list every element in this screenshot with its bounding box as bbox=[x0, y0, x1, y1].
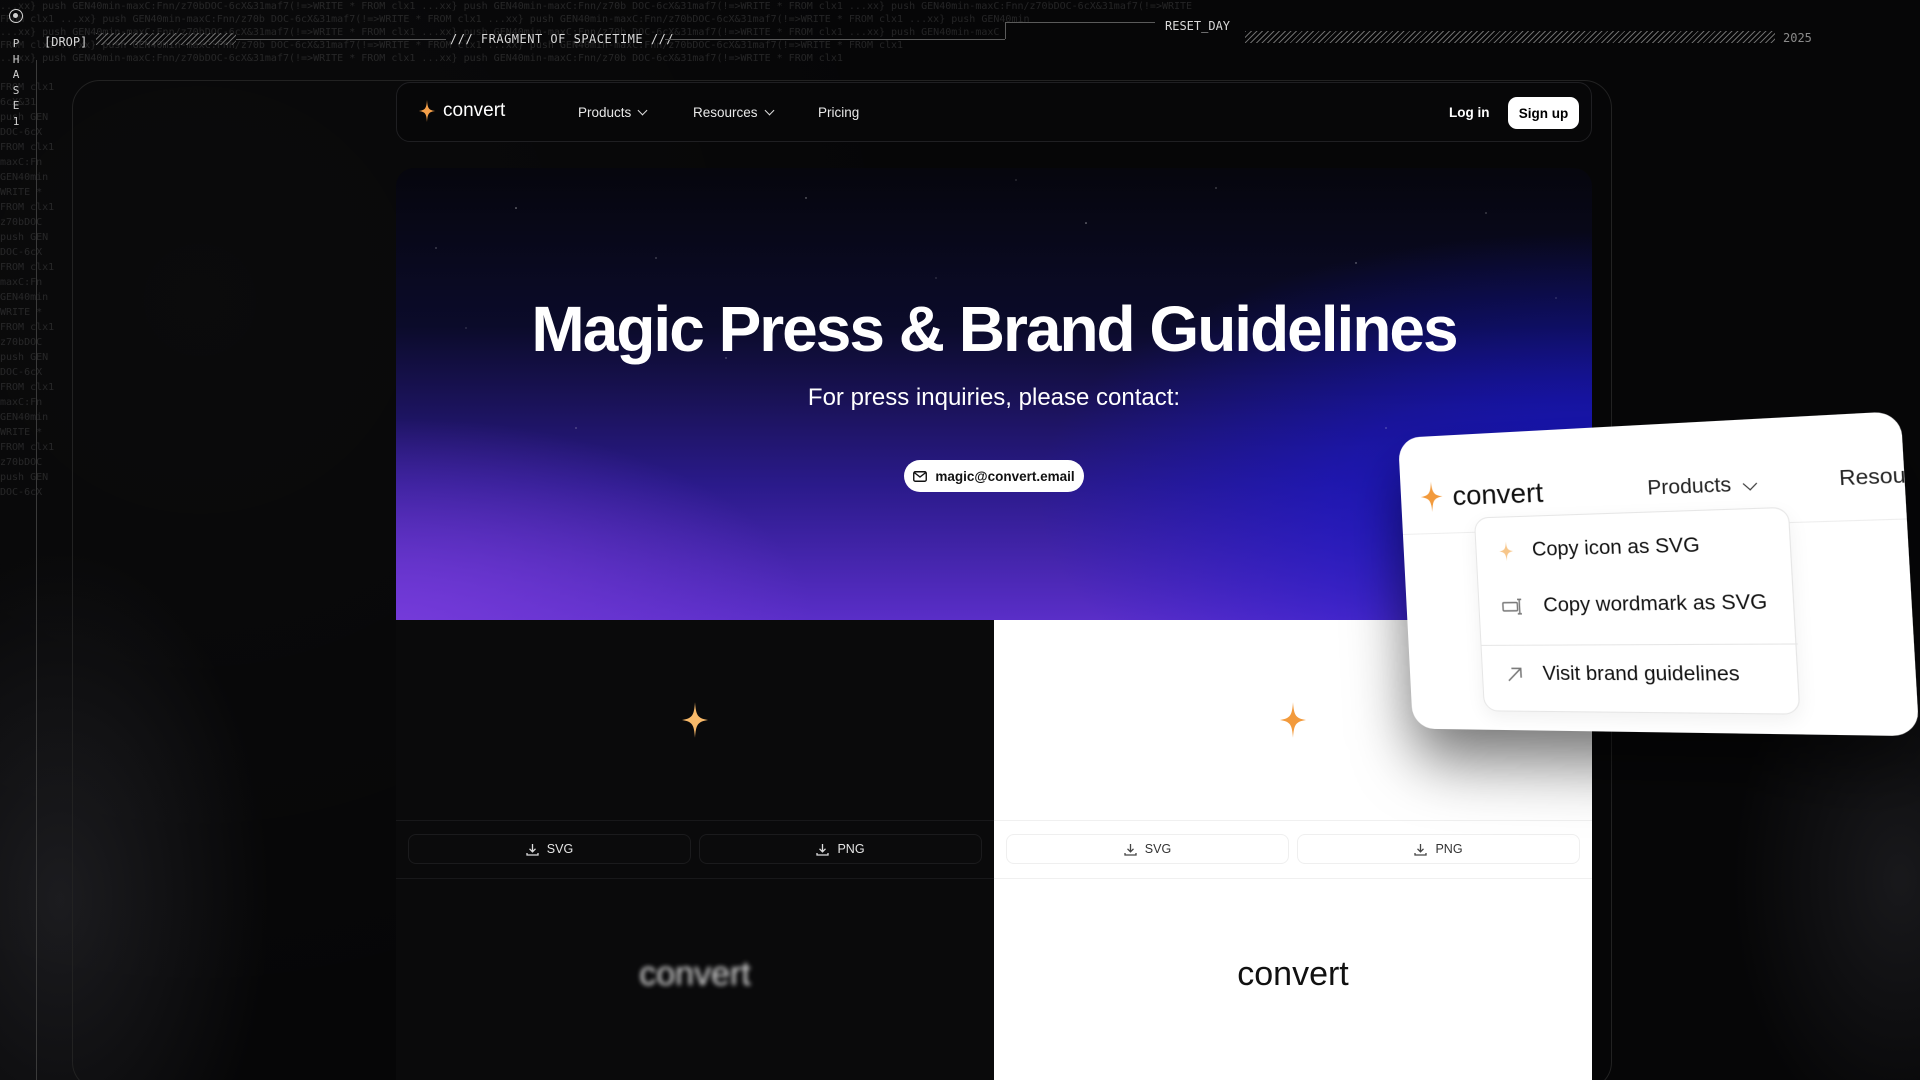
email-label: magic@convert.email bbox=[935, 468, 1075, 484]
email-contact-button[interactable]: magic@convert.email bbox=[904, 460, 1084, 492]
download-icon bbox=[816, 843, 830, 856]
brand-name: convert bbox=[1451, 476, 1544, 511]
nav-resources[interactable]: Resou bbox=[1839, 465, 1907, 492]
menu-item-label: Copy icon as SVG bbox=[1531, 534, 1701, 561]
phase-letter: 1 bbox=[12, 114, 20, 128]
arrow-up-right-icon bbox=[1505, 665, 1525, 684]
phase-letter: H bbox=[12, 52, 20, 66]
hud-header: [DROP] /// FRAGMENT OF SPACETIME /// RES… bbox=[0, 0, 1920, 60]
phase-letter: P bbox=[12, 37, 20, 50]
download-svg-button[interactable]: SVG bbox=[1006, 834, 1289, 864]
download-png-button[interactable]: PNG bbox=[1297, 834, 1580, 864]
chevron-down-icon bbox=[1742, 476, 1758, 491]
nav-products[interactable]: Products bbox=[578, 105, 648, 120]
phase-letter: A bbox=[12, 68, 20, 81]
hud-line bbox=[1005, 22, 1006, 39]
hatch-decoration bbox=[96, 33, 236, 45]
nav-resources[interactable]: Resources bbox=[693, 105, 774, 120]
sparkle-icon bbox=[1280, 702, 1306, 738]
fragment-label: /// FRAGMENT OF SPACETIME /// bbox=[450, 32, 675, 46]
nav-pricing[interactable]: Pricing bbox=[818, 105, 859, 120]
brand-logo[interactable]: convert bbox=[419, 100, 505, 122]
page-title: Magic Press & Brand Guidelines bbox=[531, 293, 1458, 365]
mail-icon bbox=[913, 470, 928, 482]
record-icon bbox=[9, 9, 23, 23]
download-icon bbox=[1414, 843, 1428, 856]
sparkle-icon bbox=[1498, 541, 1514, 562]
divider bbox=[396, 820, 994, 821]
phase-letter: S bbox=[12, 83, 20, 97]
brand-logo[interactable]: convert bbox=[1419, 476, 1544, 513]
png-label: PNG bbox=[1435, 842, 1463, 856]
sparkle-icon bbox=[1419, 481, 1444, 513]
press-subtitle: For press inquiries, please contact: bbox=[807, 384, 1181, 411]
divider bbox=[396, 878, 994, 879]
dark-icon-preview bbox=[396, 620, 994, 820]
wordmark-icon bbox=[1502, 597, 1526, 616]
light-download-row: SVG PNG bbox=[1006, 834, 1580, 864]
hatch-decoration bbox=[1245, 31, 1775, 43]
year-label: 2025 bbox=[1783, 31, 1812, 45]
sparkle-icon bbox=[419, 100, 435, 122]
menu-item-label: Copy wordmark as SVG bbox=[1542, 591, 1768, 617]
chevron-down-icon bbox=[764, 105, 774, 116]
phase-letter: E bbox=[12, 99, 20, 112]
code-column-decoration: FROM clx1 6cX&31 push GEN DOC-6cX FROM clx1 m… bbox=[0, 82, 55, 498]
download-icon bbox=[1124, 843, 1137, 856]
download-svg-button[interactable]: SVG bbox=[408, 834, 691, 864]
divider bbox=[1481, 643, 1798, 646]
visit-brand-guidelines-item[interactable]: Visit brand guidelines bbox=[1505, 663, 1740, 687]
nav-pricing-label: Pricing bbox=[818, 105, 860, 120]
divider bbox=[994, 820, 1592, 821]
dark-wordmark-preview: convert bbox=[639, 955, 751, 993]
menu-item-label: Visit brand guidelines bbox=[1542, 663, 1741, 686]
hud-line bbox=[665, 39, 1005, 40]
hud-line bbox=[236, 39, 446, 40]
download-icon bbox=[526, 843, 539, 856]
phase-label: P H A S E 1 bbox=[10, 36, 22, 129]
nav-products-label: Products bbox=[578, 105, 632, 120]
login-link[interactable]: Log in bbox=[1449, 105, 1490, 120]
nav-products-label: Products bbox=[1646, 474, 1732, 500]
signup-button[interactable]: Sign up bbox=[1508, 97, 1579, 129]
svg-label: SVG bbox=[546, 842, 574, 856]
light-wordmark-preview: convert bbox=[1237, 955, 1349, 993]
sparkle-icon bbox=[682, 702, 708, 738]
dark-asset-panel: SVG PNG convert bbox=[396, 620, 994, 1080]
dark-download-row: SVG PNG bbox=[408, 834, 982, 864]
chevron-down-icon bbox=[637, 105, 648, 116]
png-label: PNG bbox=[837, 842, 865, 856]
floating-context-menu-card: convert Products Resou Copy icon as SVG … bbox=[1398, 411, 1920, 737]
copy-wordmark-svg-item[interactable]: Copy wordmark as SVG bbox=[1501, 591, 1768, 618]
nav-products[interactable]: Products bbox=[1646, 473, 1758, 501]
nav-resources-label: Resources bbox=[693, 105, 758, 120]
reset-day-label: RESET_DAY bbox=[1165, 19, 1231, 33]
left-rail bbox=[36, 60, 37, 1080]
svg-label: SVG bbox=[1144, 842, 1172, 856]
brand-context-menu: Copy icon as SVG Copy wordmark as SVG Vi… bbox=[1473, 506, 1801, 715]
copy-icon-svg-item[interactable]: Copy icon as SVG bbox=[1498, 534, 1701, 562]
top-navbar: convert Products Resources Pricing Log i… bbox=[396, 82, 1592, 142]
divider bbox=[994, 878, 1592, 879]
hud-line bbox=[1005, 22, 1155, 23]
drop-label: [DROP] bbox=[44, 35, 88, 49]
download-png-button[interactable]: PNG bbox=[699, 834, 982, 864]
brand-name: convert bbox=[443, 100, 506, 121]
